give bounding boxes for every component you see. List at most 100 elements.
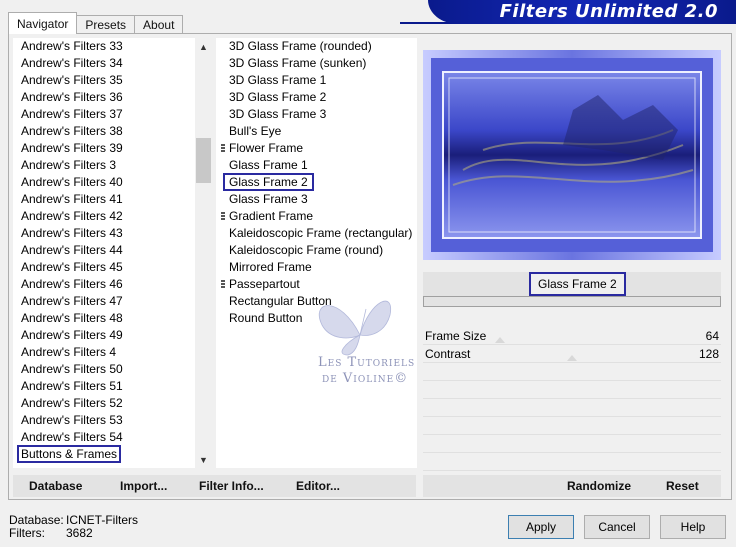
filter-item-label: 3D Glass Frame 3 <box>229 107 327 121</box>
category-item-label: Andrew's Filters 45 <box>21 260 123 274</box>
filter-item-label: 3D Glass Frame 1 <box>229 73 327 87</box>
status-area: Database: ICNET-Filters Filters: 3682 <box>9 514 138 540</box>
filter-item-label: 3D Glass Frame 2 <box>229 90 327 104</box>
watermark-line-1: Les Tutoriels <box>318 355 416 370</box>
category-item[interactable]: Andrew's Filters 33 <box>13 38 193 55</box>
filter-info-button[interactable]: Filter Info... <box>199 475 264 497</box>
database-button[interactable]: Database <box>29 475 82 497</box>
category-item-label: Andrew's Filters 36 <box>21 90 123 104</box>
filter-item[interactable]: 3D Glass Frame (sunken) <box>216 55 417 72</box>
category-item[interactable]: Andrew's Filters 43 <box>13 225 193 242</box>
category-item-label: Andrew's Filters 43 <box>21 226 123 240</box>
status-filters-value: 3682 <box>66 526 93 540</box>
category-list[interactable]: Andrew's Filters 33 Andrew's Filters 34 An… <box>13 38 212 468</box>
category-item-label: Andrew's Filters 41 <box>21 192 123 206</box>
category-item[interactable]: Andrew's Filters 53 <box>13 412 193 429</box>
param-label: Frame Size <box>425 329 487 343</box>
category-item[interactable]: Andrew's Filters 44 <box>13 242 193 259</box>
apply-button[interactable]: Apply <box>508 515 574 539</box>
filter-item[interactable]: Bull's Eye <box>216 123 417 140</box>
category-item-label: Andrew's Filters 35 <box>21 73 123 87</box>
selected-filter-name: Glass Frame 2 <box>529 272 626 296</box>
import-button[interactable]: Import... <box>120 475 167 497</box>
filter-item[interactable]: 3D Glass Frame (rounded) <box>216 38 417 55</box>
category-item[interactable]: Andrew's Filters 39 <box>13 140 193 157</box>
category-item[interactable]: Buttons & Frames <box>13 445 193 463</box>
filter-item[interactable]: 3D Glass Frame 1 <box>216 72 417 89</box>
param-empty-row <box>423 435 721 453</box>
category-item[interactable]: Andrew's Filters 37 <box>13 106 193 123</box>
category-item[interactable]: Andrew's Filters 46 <box>13 276 193 293</box>
filter-item[interactable]: Flower Frame <box>216 140 417 157</box>
cancel-button[interactable]: Cancel <box>584 515 650 539</box>
category-item[interactable]: Andrew's Filters 49 <box>13 327 193 344</box>
category-item-label: Andrew's Filters 33 <box>21 39 123 53</box>
filter-item[interactable]: Glass Frame 1 <box>216 157 417 174</box>
filter-item[interactable]: Kaleidoscopic Frame (round) <box>216 242 417 259</box>
category-item-label: Andrew's Filters 48 <box>21 311 123 325</box>
param-contrast[interactable]: Contrast 128 <box>423 345 721 363</box>
watermark-line-2: de Violine© <box>322 371 409 386</box>
category-item[interactable]: Andrew's Filters 47 <box>13 293 193 310</box>
reset-button[interactable]: Reset <box>666 475 699 497</box>
category-item-label: Andrew's Filters 3 <box>21 158 116 172</box>
tab-presets[interactable]: Presets <box>76 15 136 34</box>
filter-item[interactable]: Glass Frame 2 <box>216 173 417 191</box>
category-item-label: Andrew's Filters 47 <box>21 294 123 308</box>
category-item[interactable]: Andrew's Filters 3 <box>13 157 193 174</box>
filter-item[interactable]: 3D Glass Frame 3 <box>216 106 417 123</box>
category-item-label: Andrew's Filters 50 <box>21 362 123 376</box>
filter-item[interactable]: Gradient Frame <box>216 208 417 225</box>
category-item[interactable]: Andrew's Filters 41 <box>13 191 193 208</box>
filter-list[interactable]: 3D Glass Frame (rounded) 3D Glass Frame (… <box>216 38 417 468</box>
category-item[interactable]: Andrew's Filters 54 <box>13 429 193 446</box>
category-item-label: Andrew's Filters 52 <box>21 396 123 410</box>
category-scrollbar[interactable]: ▲ ▼ <box>195 38 212 468</box>
category-item-label: Andrew's Filters 42 <box>21 209 123 223</box>
slider-marker-icon[interactable] <box>495 337 505 343</box>
filter-item[interactable]: Mirrored Frame <box>216 259 417 276</box>
param-frame-size[interactable]: Frame Size 64 <box>423 327 721 345</box>
group-marker-icon <box>221 144 225 153</box>
scroll-thumb[interactable] <box>196 138 211 183</box>
scroll-up-icon[interactable]: ▲ <box>195 38 212 55</box>
filter-item[interactable]: Kaleidoscopic Frame (rectangular) <box>216 225 417 242</box>
tab-navigator[interactable]: Navigator <box>8 12 78 34</box>
param-empty-row <box>423 399 721 417</box>
category-item-label: Andrew's Filters 4 <box>21 345 116 359</box>
group-marker-icon <box>221 212 225 221</box>
filter-item[interactable]: Glass Frame 3 <box>216 191 417 208</box>
category-item[interactable]: Andrew's Filters 50 <box>13 361 193 378</box>
parameter-panel: Frame Size 64 Contrast 128 <box>423 327 721 471</box>
category-item[interactable]: Andrew's Filters 4 <box>13 344 193 361</box>
category-item[interactable]: Andrew's Filters 52 <box>13 395 193 412</box>
param-empty-row <box>423 417 721 435</box>
filter-item-label: 3D Glass Frame (sunken) <box>229 56 367 70</box>
category-item-label: Andrew's Filters 53 <box>21 413 123 427</box>
category-item[interactable]: Andrew's Filters 38 <box>13 123 193 140</box>
category-item[interactable]: Andrew's Filters 40 <box>13 174 193 191</box>
category-item-label: Buttons & Frames <box>16 445 122 463</box>
category-item-label: Andrew's Filters 49 <box>21 328 123 342</box>
category-item[interactable]: Andrew's Filters 34 <box>13 55 193 72</box>
category-item[interactable]: Andrew's Filters 42 <box>13 208 193 225</box>
header-banner: Filters Unlimited 2.0 <box>428 0 736 24</box>
category-item-label: Andrew's Filters 34 <box>21 56 123 70</box>
slider-marker-icon[interactable] <box>567 355 577 361</box>
category-item[interactable]: Andrew's Filters 36 <box>13 89 193 106</box>
filter-item[interactable]: 3D Glass Frame 2 <box>216 89 417 106</box>
param-empty-row <box>423 453 721 471</box>
randomize-button[interactable]: Randomize <box>567 475 631 497</box>
category-item[interactable]: Andrew's Filters 45 <box>13 259 193 276</box>
category-item[interactable]: Andrew's Filters 35 <box>13 72 193 89</box>
editor-button[interactable]: Editor... <box>296 475 340 497</box>
category-item-label: Andrew's Filters 44 <box>21 243 123 257</box>
filter-item-label: Gradient Frame <box>229 209 314 223</box>
help-button[interactable]: Help <box>660 515 726 539</box>
scroll-down-icon[interactable]: ▼ <box>195 451 212 468</box>
filter-item-label: Kaleidoscopic Frame (round) <box>229 243 384 257</box>
category-item[interactable]: Andrew's Filters 48 <box>13 310 193 327</box>
category-item[interactable]: Andrew's Filters 51 <box>13 378 193 395</box>
tab-about[interactable]: About <box>134 15 184 34</box>
app-title: Filters Unlimited 2.0 <box>499 1 718 22</box>
